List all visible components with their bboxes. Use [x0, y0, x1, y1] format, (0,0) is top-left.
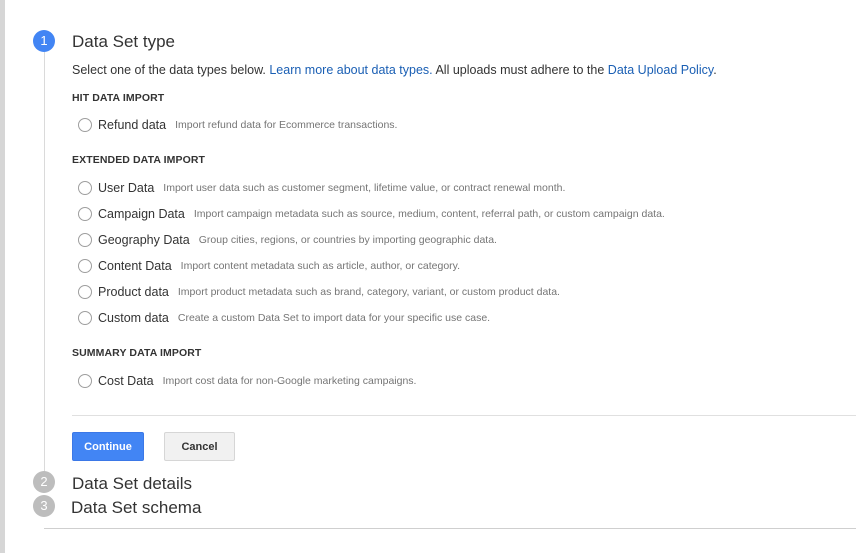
- option-user-data[interactable]: User Data Import user data such as custo…: [78, 181, 565, 195]
- radio-geography-data[interactable]: [78, 233, 92, 247]
- data-upload-policy-link[interactable]: Data Upload Policy: [608, 63, 713, 77]
- continue-button[interactable]: Continue: [72, 432, 144, 461]
- left-border: [0, 0, 5, 553]
- option-custom-data[interactable]: Custom data Create a custom Data Set to …: [78, 311, 490, 325]
- option-description: Import campaign metadata such as source,…: [193, 208, 665, 220]
- intro-text: Select one of the data types below. Lear…: [72, 63, 717, 77]
- option-label: Refund data: [98, 118, 167, 132]
- option-refund-data[interactable]: Refund data Import refund data for Ecomm…: [78, 118, 397, 132]
- radio-content-data[interactable]: [78, 259, 92, 273]
- radio-product-data[interactable]: [78, 285, 92, 299]
- step-2-title[interactable]: Data Set details: [72, 474, 192, 494]
- option-label: Geography Data: [98, 233, 190, 247]
- section-divider: [72, 415, 856, 416]
- intro-suffix: .: [713, 63, 717, 77]
- radio-user-data[interactable]: [78, 181, 92, 195]
- intro-prefix: Select one of the data types below.: [72, 63, 270, 77]
- option-label: User Data: [98, 181, 155, 195]
- option-description: Import cost data for non-Google marketin…: [162, 375, 417, 387]
- step-2-badge: 2: [33, 471, 55, 493]
- option-product-data[interactable]: Product data Import product metadata suc…: [78, 285, 560, 299]
- option-label: Content Data: [98, 259, 172, 273]
- intro-middle: All uploads must adhere to the: [432, 63, 608, 77]
- option-cost-data[interactable]: Cost Data Import cost data for non-Googl…: [78, 374, 416, 388]
- option-label: Cost Data: [98, 374, 154, 388]
- option-description: Create a custom Data Set to import data …: [177, 312, 491, 324]
- extended-data-import-header: EXTENDED DATA IMPORT: [72, 154, 206, 166]
- option-label: Campaign Data: [98, 207, 185, 221]
- cancel-button[interactable]: Cancel: [164, 432, 235, 461]
- learn-more-link[interactable]: Learn more about data types.: [269, 63, 432, 77]
- stepper-connector-line: [44, 52, 45, 472]
- option-description: Import refund data for Ecommerce transac…: [175, 119, 398, 131]
- option-geography-data[interactable]: Geography Data Group cities, regions, or…: [78, 233, 497, 247]
- option-description: Group cities, regions, or countries by i…: [198, 234, 497, 246]
- option-campaign-data[interactable]: Campaign Data Import campaign metadata s…: [78, 207, 665, 221]
- option-description: Import content metadata such as article,…: [180, 260, 461, 272]
- option-description: Import product metadata such as brand, c…: [177, 286, 560, 298]
- bottom-divider: [44, 528, 856, 529]
- option-description: Import user data such as customer segmen…: [163, 182, 566, 194]
- radio-campaign-data[interactable]: [78, 207, 92, 221]
- option-label: Product data: [98, 285, 169, 299]
- step-1-badge: 1: [33, 30, 55, 52]
- summary-data-import-header: SUMMARY DATA IMPORT: [72, 347, 202, 359]
- step-3-title[interactable]: Data Set schema: [71, 498, 201, 518]
- radio-custom-data[interactable]: [78, 311, 92, 325]
- option-label: Custom data: [98, 311, 169, 325]
- option-content-data[interactable]: Content Data Import content metadata suc…: [78, 259, 460, 273]
- radio-cost-data[interactable]: [78, 374, 92, 388]
- step-3-badge: 3: [33, 495, 55, 517]
- step-1-title: Data Set type: [72, 32, 176, 51]
- radio-refund-data[interactable]: [78, 118, 92, 132]
- hit-data-import-header: HIT DATA IMPORT: [72, 92, 165, 104]
